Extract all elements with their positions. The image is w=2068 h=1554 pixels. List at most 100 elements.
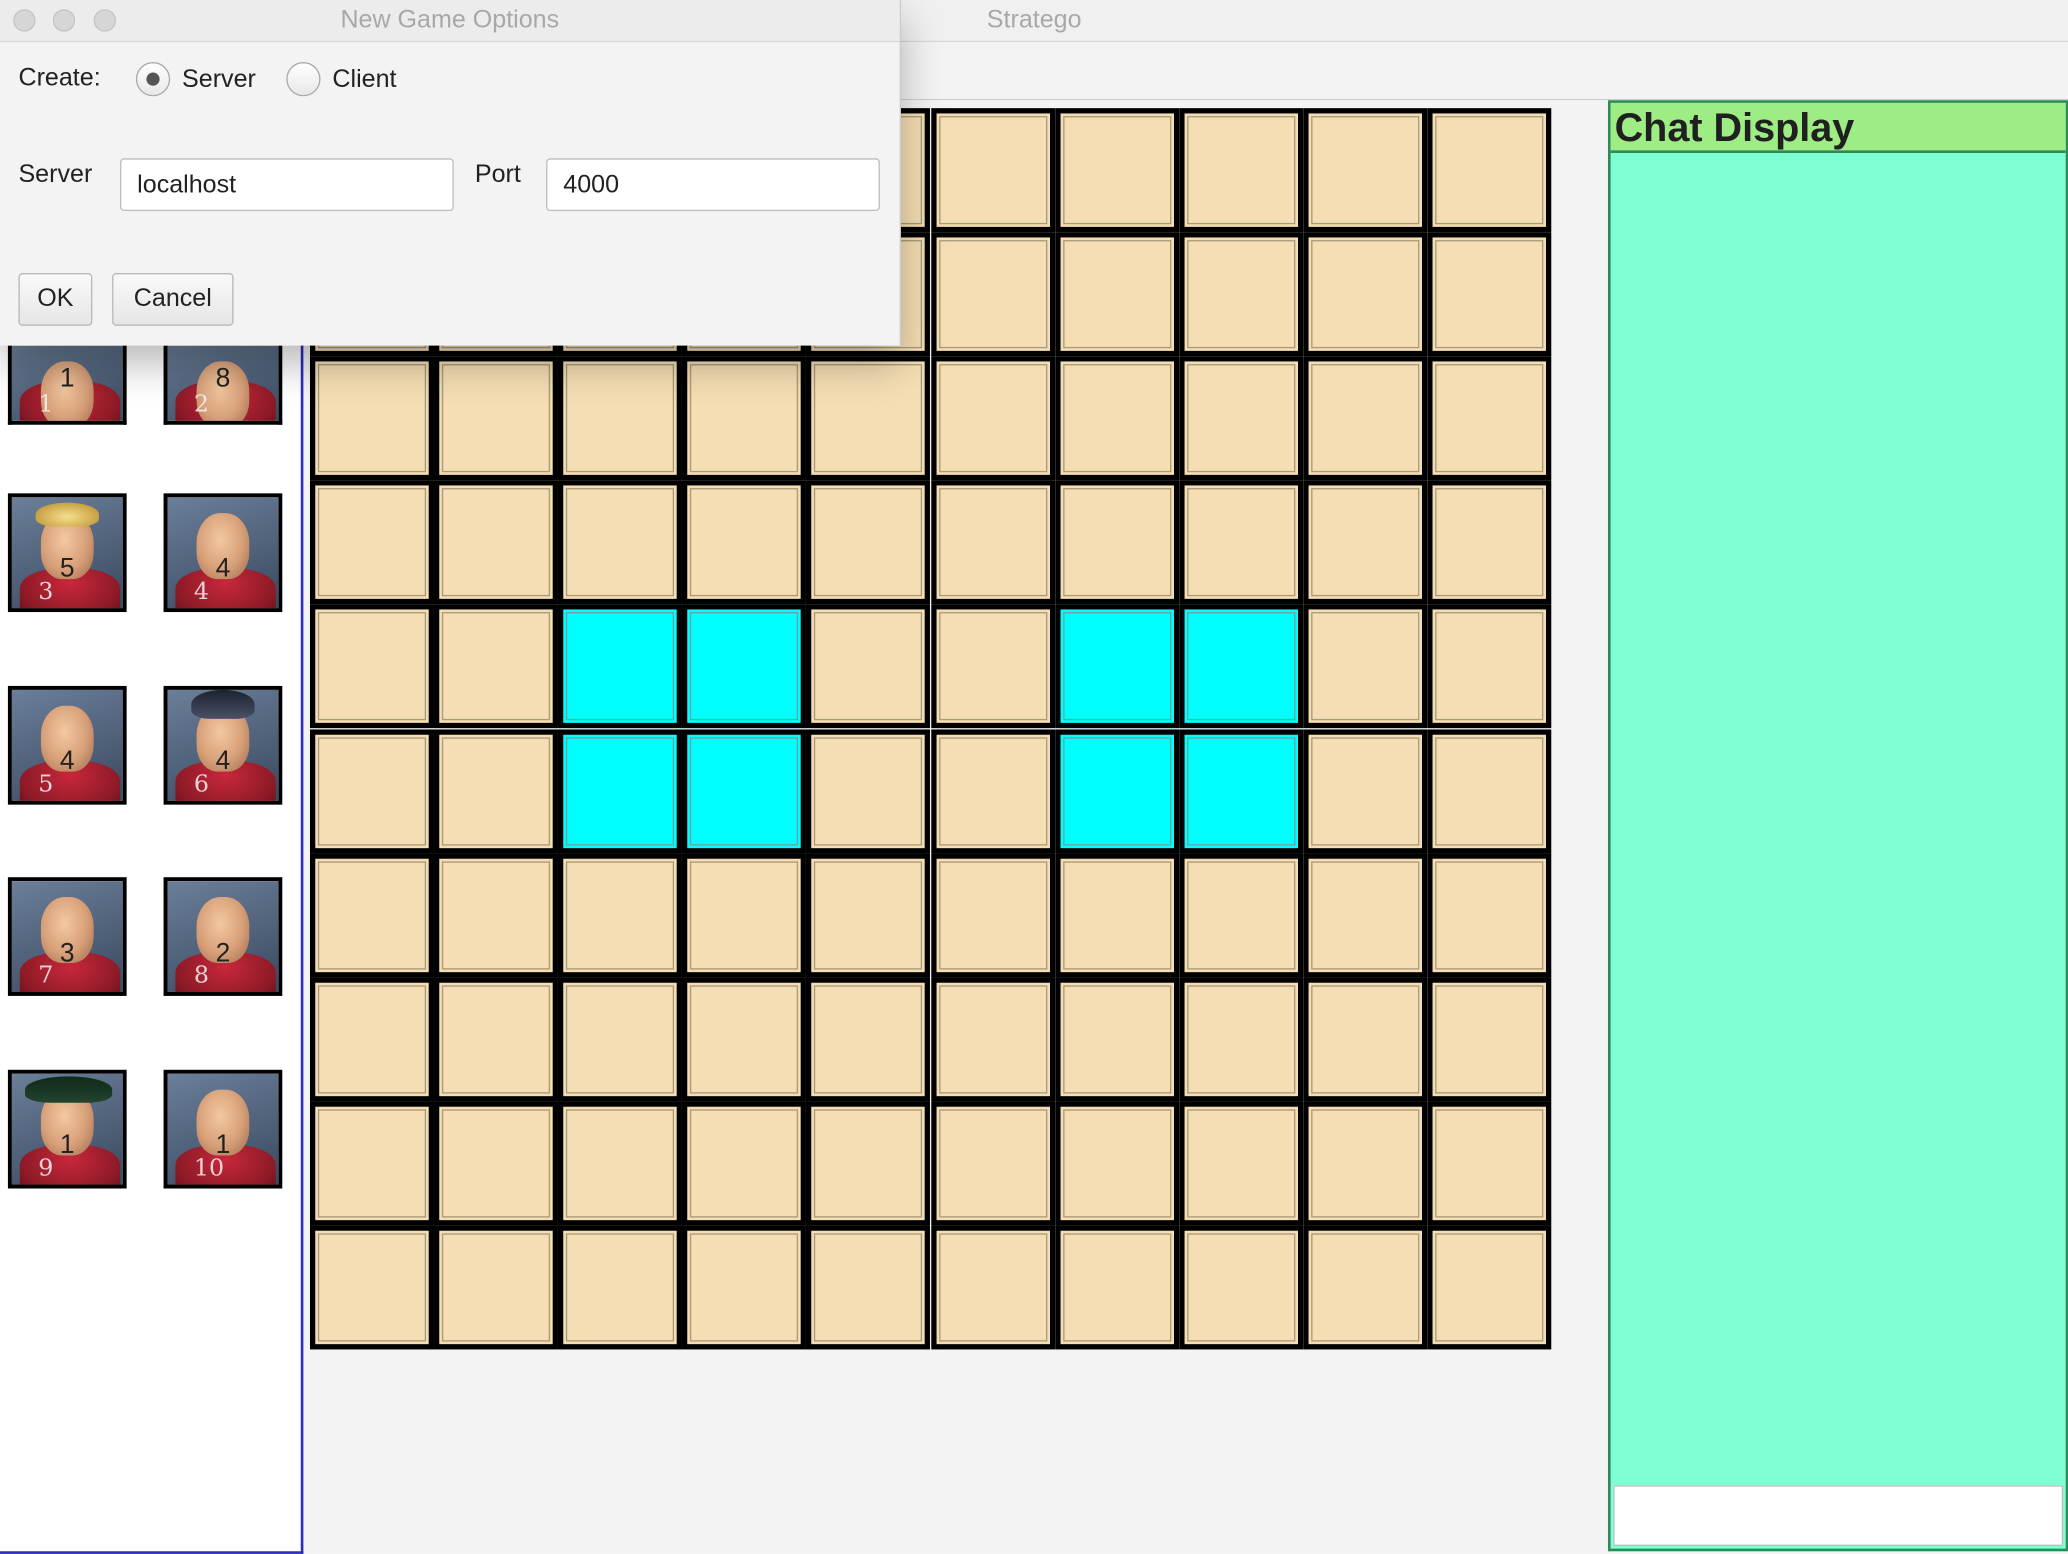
board-cell[interactable] — [1055, 480, 1180, 605]
piece-tile-rank-4[interactable]: 4 — [163, 493, 283, 613]
board-cell[interactable] — [557, 853, 682, 978]
piece-tile-rank-6[interactable]: 6 — [163, 685, 283, 805]
board-cell[interactable] — [931, 604, 1056, 729]
board-cell-water[interactable] — [1055, 729, 1180, 854]
board-cell[interactable] — [805, 1225, 930, 1350]
board-cell[interactable] — [1427, 232, 1552, 357]
board-cell[interactable] — [1303, 480, 1428, 605]
cancel-button[interactable]: Cancel — [112, 273, 234, 326]
ok-button[interactable]: OK — [18, 273, 93, 326]
board-cell[interactable] — [433, 356, 558, 481]
board-cell[interactable] — [433, 1101, 558, 1226]
board-cell[interactable] — [309, 356, 434, 481]
board-cell[interactable] — [1303, 1101, 1428, 1226]
board-cell[interactable] — [1427, 108, 1552, 233]
board-cell[interactable] — [681, 853, 806, 978]
piece-tile-rank-9[interactable]: 9 — [7, 1069, 127, 1189]
board-cell[interactable] — [1179, 853, 1304, 978]
board-cell[interactable] — [1055, 356, 1180, 481]
board-cell[interactable] — [931, 1225, 1056, 1350]
board-cell[interactable] — [805, 356, 930, 481]
board-cell[interactable] — [1055, 977, 1180, 1102]
port-input[interactable]: 4000 — [546, 158, 880, 212]
board-cell[interactable] — [1303, 232, 1428, 357]
board-cell[interactable] — [309, 604, 434, 729]
board-cell[interactable] — [1055, 232, 1180, 357]
board-cell[interactable] — [557, 1225, 682, 1350]
board-cell[interactable] — [1179, 232, 1304, 357]
server-radio-label[interactable]: Server — [182, 66, 256, 95]
board-cell-water[interactable] — [1179, 729, 1304, 854]
board-cell[interactable] — [433, 604, 558, 729]
board-cell[interactable] — [805, 853, 930, 978]
board-cell[interactable] — [681, 977, 806, 1102]
board-cell[interactable] — [309, 1101, 434, 1226]
server-radio[interactable] — [135, 61, 171, 97]
piece-tile-rank-10[interactable]: 10 — [163, 1069, 283, 1189]
board-cell[interactable] — [1055, 853, 1180, 978]
board-cell[interactable] — [681, 356, 806, 481]
board-cell-water[interactable] — [681, 604, 806, 729]
board-cell[interactable] — [1179, 1101, 1304, 1226]
piece-tile-rank-7[interactable]: 7 — [7, 877, 127, 996]
board-cell[interactable] — [1179, 977, 1304, 1102]
board-cell[interactable] — [309, 480, 434, 605]
board-cell[interactable] — [681, 1101, 806, 1226]
piece-tile-rank-5[interactable]: 5 — [7, 685, 127, 805]
board-cell[interactable] — [309, 1225, 434, 1350]
board-cell[interactable] — [805, 604, 930, 729]
piece-tile-rank-8[interactable]: 8 — [163, 877, 283, 996]
board-cell[interactable] — [931, 729, 1056, 854]
board-cell[interactable] — [931, 480, 1056, 605]
board-cell[interactable] — [557, 977, 682, 1102]
chat-input[interactable] — [1613, 1485, 2064, 1546]
server-host-input[interactable]: localhost — [120, 158, 454, 212]
board-cell[interactable] — [433, 480, 558, 605]
board-cell[interactable] — [557, 480, 682, 605]
board-cell[interactable] — [1303, 356, 1428, 481]
board-cell[interactable] — [1427, 729, 1552, 854]
board-cell-water[interactable] — [681, 729, 806, 854]
board-cell[interactable] — [931, 1101, 1056, 1226]
client-radio-label[interactable]: Client — [332, 66, 396, 95]
board-cell[interactable] — [1427, 1225, 1552, 1350]
board-cell[interactable] — [1427, 604, 1552, 729]
board-cell[interactable] — [1179, 1225, 1304, 1350]
board-cell[interactable] — [557, 356, 682, 481]
board-cell[interactable] — [1179, 356, 1304, 481]
board-cell[interactable] — [931, 232, 1056, 357]
board-cell[interactable] — [805, 977, 930, 1102]
board-cell[interactable] — [805, 729, 930, 854]
board-cell[interactable] — [931, 108, 1056, 233]
board-cell-water[interactable] — [1179, 604, 1304, 729]
board-cell[interactable] — [1055, 1225, 1180, 1350]
board-cell[interactable] — [931, 356, 1056, 481]
board-cell-water[interactable] — [557, 604, 682, 729]
board-cell[interactable] — [681, 480, 806, 605]
board-cell[interactable] — [1303, 853, 1428, 978]
board-cell[interactable] — [1427, 853, 1552, 978]
board-cell[interactable] — [681, 1225, 806, 1350]
board-cell[interactable] — [1427, 977, 1552, 1102]
board-cell[interactable] — [309, 729, 434, 854]
board-cell[interactable] — [1055, 108, 1180, 233]
board-cell[interactable] — [1179, 108, 1304, 233]
board-cell[interactable] — [309, 977, 434, 1102]
board-cell[interactable] — [1427, 356, 1552, 481]
board-cell[interactable] — [1303, 604, 1428, 729]
board-cell-water[interactable] — [1055, 604, 1180, 729]
board-cell[interactable] — [1179, 480, 1304, 605]
board-cell[interactable] — [433, 853, 558, 978]
board-cell[interactable] — [805, 480, 930, 605]
board-cell[interactable] — [1303, 1225, 1428, 1350]
board-cell[interactable] — [1427, 1101, 1552, 1226]
board-cell[interactable] — [433, 977, 558, 1102]
board-cell[interactable] — [931, 853, 1056, 978]
board-cell[interactable] — [1303, 977, 1428, 1102]
board-cell[interactable] — [931, 977, 1056, 1102]
board-cell[interactable] — [433, 1225, 558, 1350]
board-cell[interactable] — [433, 729, 558, 854]
client-radio[interactable] — [286, 61, 321, 97]
board-cell[interactable] — [1427, 480, 1552, 605]
board-cell[interactable] — [805, 1101, 930, 1226]
